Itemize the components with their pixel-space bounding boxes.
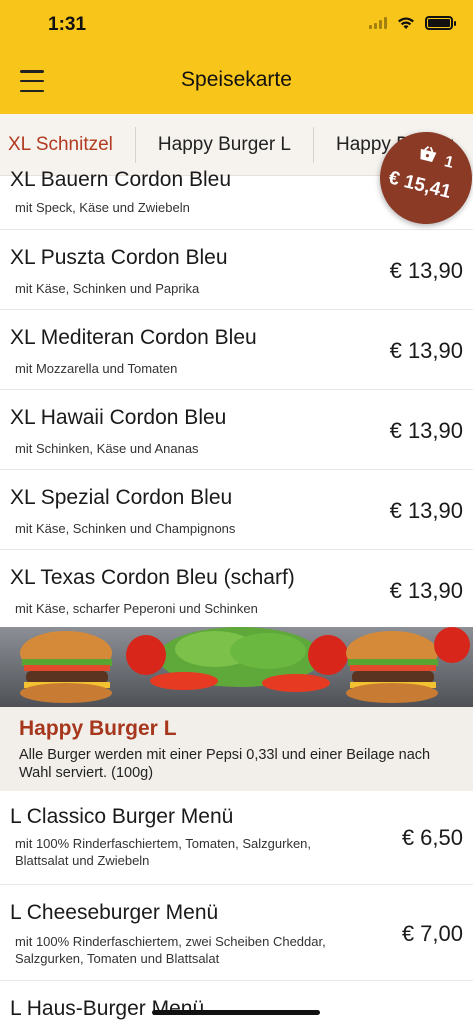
item-name: XL Spezial Cordon Bleu	[10, 486, 233, 509]
item-desc: mit 100% Rinderfaschiertem, zwei Scheibe…	[15, 934, 326, 966]
menu-item[interactable]: XL Mediteran Cordon Bleu mit Mozzarella …	[0, 310, 473, 390]
menu-item[interactable]: L Haus-Burger Menü	[0, 981, 473, 1024]
item-desc: mit Speck, Käse und Zwiebeln	[15, 200, 190, 215]
cart-count: 1	[442, 153, 456, 172]
item-desc: mit Käse, Schinken und Champignons	[15, 521, 236, 536]
item-name: XL Puszta Cordon Bleu	[10, 246, 228, 269]
menu-item[interactable]: XL Puszta Cordon Bleu mit Käse, Schinken…	[0, 230, 473, 310]
item-desc: mit Käse, Schinken und Paprika	[15, 281, 200, 296]
item-price: € 7,00	[401, 921, 463, 946]
item-name: L Haus-Burger Menü	[10, 997, 205, 1020]
item-price: € 13,90	[389, 578, 463, 603]
signal-icon	[369, 17, 387, 29]
item-desc: mit Schinken, Käse und Ananas	[15, 441, 199, 456]
item-desc: mit Käse, scharfer Peperoni und Schinken	[15, 601, 258, 616]
item-name: L Classico Burger Menü	[10, 805, 234, 828]
menu-item[interactable]: XL Texas Cordon Bleu (scharf) mit Käse, …	[0, 550, 473, 627]
burger-banner-image	[0, 627, 473, 707]
home-indicator	[152, 1010, 320, 1015]
app-header: 1:31 Speisekarte	[0, 0, 473, 114]
cart-total: € 15,41	[386, 167, 454, 204]
item-price: € 13,90	[389, 338, 463, 363]
menu-list: XL Bauern Cordon Bleu mit Speck, Käse un…	[0, 168, 473, 627]
item-price: € 13,90	[389, 418, 463, 443]
tab-happy-burger-l[interactable]: Happy Burger L	[136, 126, 314, 163]
menu-item[interactable]: XL Hawaii Cordon Bleu mit Schinken, Käse…	[0, 390, 473, 470]
item-desc: mit Mozzarella und Tomaten	[15, 361, 178, 376]
wifi-icon	[398, 17, 414, 29]
item-price: € 13,90	[389, 498, 463, 523]
item-desc: mit 100% Rinderfaschiertem, Tomaten, Sal…	[15, 836, 312, 868]
item-name: XL Hawaii Cordon Bleu	[10, 406, 227, 429]
menu-item[interactable]: XL Spezial Cordon Bleu mit Käse, Schinke…	[0, 470, 473, 550]
item-name: XL Mediteran Cordon Bleu	[10, 326, 257, 349]
section-header-happy-burger-l: Happy Burger L Alle Burger werden mit ei…	[0, 707, 473, 791]
item-price: € 13,90	[389, 258, 463, 283]
tab-xl-schnitzel[interactable]: XL Schnitzel	[0, 126, 136, 163]
battery-icon	[425, 16, 456, 30]
status-icons	[369, 16, 456, 30]
page-title: Speisekarte	[181, 68, 292, 91]
item-price: € 6,50	[401, 825, 463, 850]
shopping-bag-icon	[420, 146, 437, 162]
item-name: L Cheeseburger Menü	[10, 901, 219, 924]
item-name: XL Texas Cordon Bleu (scharf)	[10, 566, 295, 589]
section-title: Happy Burger L	[19, 717, 177, 740]
status-time: 1:31	[48, 14, 87, 35]
menu-item[interactable]: L Classico Burger Menü mit 100% Rinderfa…	[0, 791, 473, 885]
section-desc: Alle Burger werden mit einer Pepsi 0,33l…	[19, 747, 431, 781]
menu-item[interactable]: L Cheeseburger Menü mit 100% Rinderfasch…	[0, 885, 473, 981]
burger-list: L Classico Burger Menü mit 100% Rinderfa…	[0, 791, 473, 1024]
item-name: XL Bauern Cordon Bleu	[10, 168, 232, 191]
